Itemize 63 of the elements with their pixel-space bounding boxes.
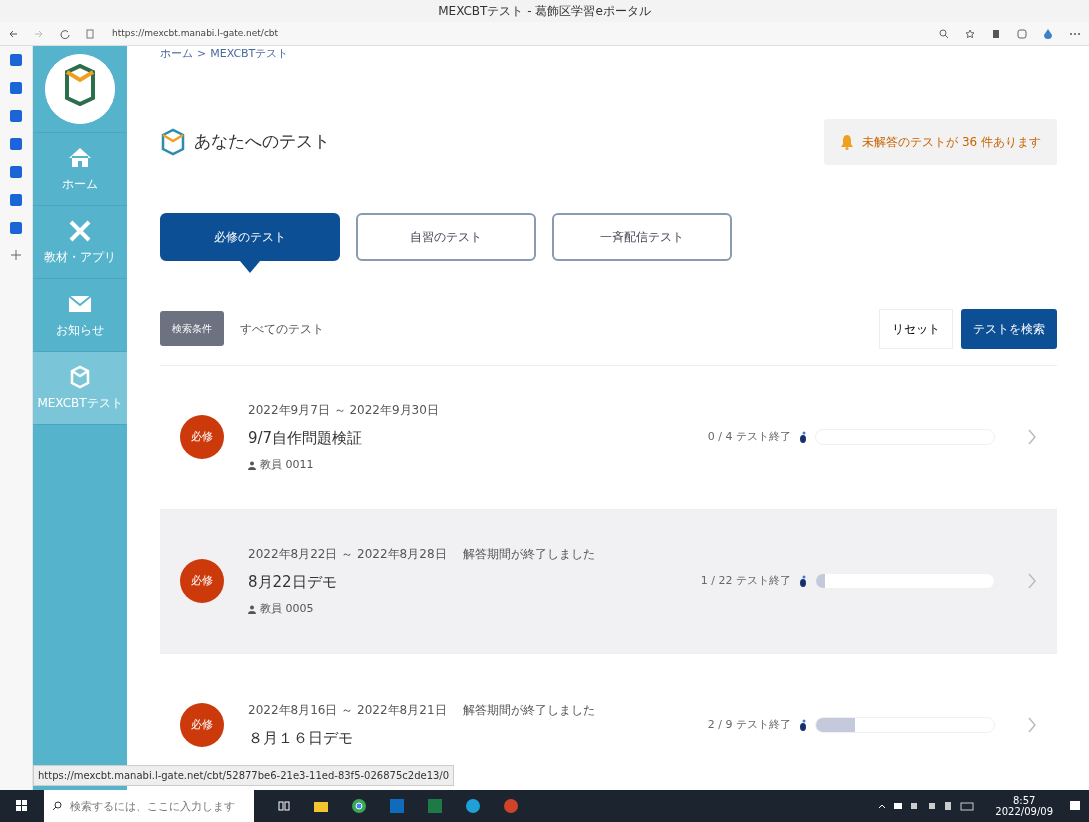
required-badge: 必修 [180,703,224,747]
progress-text: 1 / 22 テスト終了 [700,572,791,589]
person-icon [248,604,256,614]
tab[interactable]: 必修のテスト [160,212,340,261]
task-view-icon[interactable] [278,800,290,812]
test-period: 2022年8月22日 ～ 2022年8月28日 [248,545,447,563]
test-title: ８月１６日デモ [248,727,354,749]
notice-text: 未解答のテストが 36 件あります [862,133,1041,151]
required-badge: 必修 [180,559,224,603]
cube-icon [160,127,186,156]
taskbar-search-box[interactable]: 検索するには、ここに入力します [44,790,254,822]
reset-button[interactable]: リセット [879,308,953,349]
tab-icon[interactable] [10,138,22,150]
runner-icon [799,575,807,587]
test-title: 9/7自作問題検証 [248,427,364,449]
search-icon[interactable] [939,28,949,39]
test-period: 2022年9月7日 ～ 2022年9月30日 [248,401,439,419]
tab-icon[interactable] [10,82,22,94]
window-title: MEXCBTテスト - 葛飾区学習eポータル [438,3,651,20]
test-period: 2022年8月16日 ～ 2022年8月21日 [248,701,447,719]
chevron-right-icon[interactable] [1027,428,1037,446]
bell-icon [840,133,855,150]
start-icon[interactable] [16,800,28,812]
filter-label: 検索条件 [160,311,224,346]
progress-text: 2 / 9 テスト終了 [707,716,791,733]
status-url: https://mexcbt.manabi.l-gate.net/cbt/52877be6-21e3-11ed-83f5-026875c2de13/0 [33,765,455,786]
more-icon[interactable] [1069,31,1081,36]
chevron-right-icon[interactable] [1027,716,1037,734]
tab[interactable]: 自習のテスト [356,212,536,261]
tab-icon[interactable] [10,110,22,122]
clock[interactable]: 8:57 2022/09/09 [995,795,1053,817]
runner-icon [799,719,807,731]
tab-icon[interactable] [10,166,22,178]
logo-icon [45,54,115,124]
tab-icon[interactable] [10,194,22,206]
test-status: 解答期間が終了しました [462,545,595,563]
search-icon [52,801,62,811]
tab[interactable]: 一斉配信テスト [552,212,732,261]
teacher-name: 教員 0011 [260,457,314,473]
breadcrumb-separator: > [197,46,207,62]
search-button[interactable]: テストを検索 [961,308,1057,349]
test-title: 8月22日デモ [248,571,338,593]
filter-value: すべてのテスト [240,320,324,338]
cross-icon [67,218,93,244]
test-status: 解答期間が終了しました [462,701,595,719]
reload-icon[interactable] [60,28,70,39]
drop-icon[interactable] [1043,27,1053,40]
add-tab-icon[interactable] [11,250,21,260]
breadcrumb-link[interactable]: MEXCBTテスト [210,46,289,63]
person-icon [248,460,256,470]
tab-icon[interactable] [10,54,22,66]
tab-icon[interactable] [10,222,22,234]
star-icon[interactable] [965,28,975,39]
teacher-name: 教員 0005 [260,601,314,617]
back-icon[interactable] [8,28,18,39]
folder-icon[interactable] [314,800,328,812]
progress-text: 0 / 4 テスト終了 [707,428,791,445]
page-title: あなたへのテスト [194,129,330,153]
tab-pointer [240,260,260,273]
breadcrumb-link[interactable]: ホーム [160,46,193,63]
required-badge: 必修 [180,415,224,459]
test-row[interactable]: 必修 2022年8月22日 ～ 2022年8月28日 解答期間が終了しました 8月22日デモ 教員 0005 1 / 22 テスト終了 [160,508,1057,653]
runner-icon [799,431,807,443]
